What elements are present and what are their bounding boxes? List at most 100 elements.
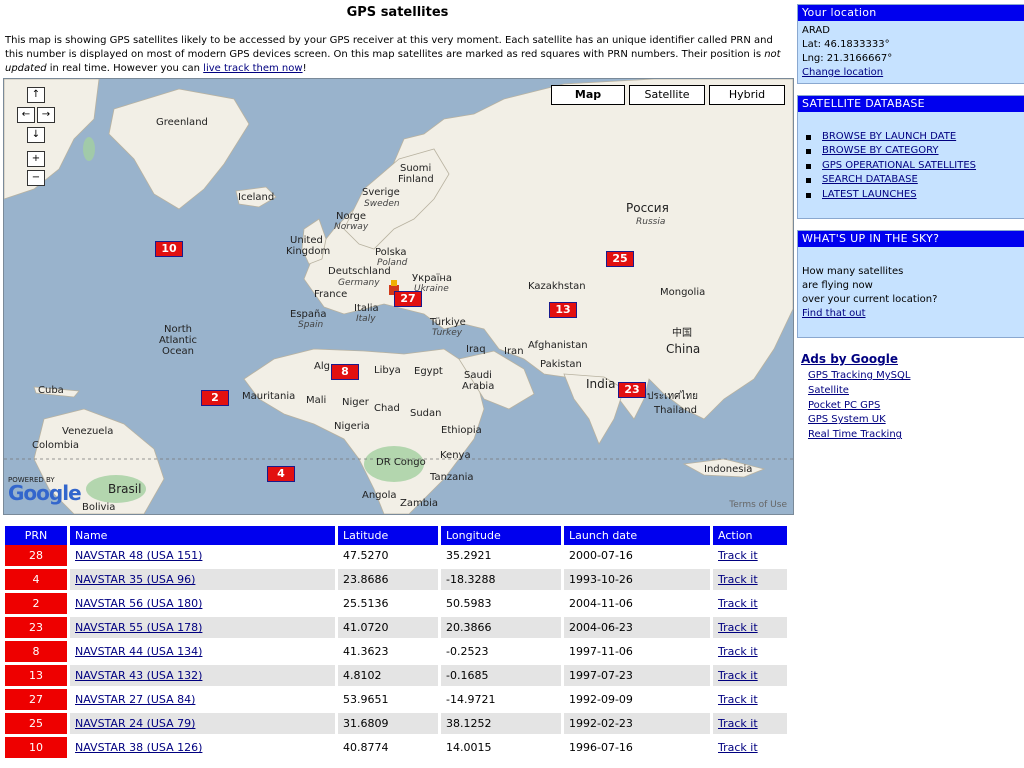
database-box-body: BROWSE BY LAUNCH DATE BROWSE BY CATEGORY… xyxy=(798,112,1024,206)
list-item: BROWSE BY LAUNCH DATE xyxy=(802,130,1021,144)
ads-by-google-title[interactable]: Ads by Google xyxy=(801,352,898,366)
track-it-link[interactable]: Track it xyxy=(718,573,758,586)
map-type-satellite-button[interactable]: Satellite xyxy=(629,85,705,105)
table-row: 23 NAVSTAR 55 (USA 178) 41.0720 20.3866 … xyxy=(5,617,790,641)
cell-longitude: 50.5983 xyxy=(441,593,564,617)
list-item: SEARCH DATABASE xyxy=(802,173,1021,187)
map-label-iceland: Iceland xyxy=(238,192,275,203)
map-label-ethiopia: Ethiopia xyxy=(441,425,482,436)
latest-launches-link[interactable]: LATEST LAUNCHES xyxy=(822,189,917,200)
track-it-link[interactable]: Track it xyxy=(718,693,758,706)
ad-link-gps-system-uk[interactable]: GPS System UK xyxy=(808,413,910,428)
satellite-marker[interactable]: 25 xyxy=(606,251,634,267)
map-label-iran: Iran xyxy=(504,346,524,357)
map-label-suomi: Suomi xyxy=(400,163,432,174)
map-type-hybrid-button[interactable]: Hybrid xyxy=(709,85,785,105)
track-it-link[interactable]: Track it xyxy=(718,717,758,730)
map-label-polska: Polska xyxy=(375,247,407,258)
world-map[interactable]: Map Satellite Hybrid ↑ ← → ↓ + − Greenla… xyxy=(3,78,794,515)
cell-action: Track it xyxy=(713,617,790,641)
pan-up-button[interactable]: ↑ xyxy=(27,87,45,103)
cell-longitude: 35.2921 xyxy=(441,545,564,569)
track-it-link[interactable]: Track it xyxy=(718,597,758,610)
gps-operational-satellites-link[interactable]: GPS OPERATIONAL SATELLITES xyxy=(822,160,976,171)
arrow-right-icon: → xyxy=(41,109,51,120)
whats-up-box-title: WHAT'S UP IN THE SKY? xyxy=(798,231,1024,247)
cell-latitude: 53.9651 xyxy=(338,689,441,713)
map-label-spain: Spain xyxy=(298,320,324,330)
satellite-name-link[interactable]: NAVSTAR 27 (USA 84) xyxy=(75,693,195,706)
cell-action: Track it xyxy=(713,737,790,761)
cell-name: NAVSTAR 35 (USA 96) xyxy=(70,569,338,593)
satellite-marker[interactable]: 10 xyxy=(155,241,183,257)
whats-up-box-body: How many satellites are flying now over … xyxy=(798,247,1024,325)
cell-launch-date: 2000-07-16 xyxy=(564,545,713,569)
browse-by-launch-date-link[interactable]: BROWSE BY LAUNCH DATE xyxy=(822,131,956,142)
google-logo[interactable]: Google xyxy=(8,481,82,505)
list-item: LATEST LAUNCHES xyxy=(802,188,1021,202)
map-label-libya: Libya xyxy=(374,365,401,376)
terms-of-use-link[interactable]: Terms of Use xyxy=(729,500,787,510)
track-it-link[interactable]: Track it xyxy=(718,621,758,634)
zoom-in-button[interactable]: + xyxy=(27,151,45,167)
pan-left-button[interactable]: ← xyxy=(17,107,35,123)
satellite-name-link[interactable]: NAVSTAR 35 (USA 96) xyxy=(75,573,195,586)
ad-link-real-time-tracking[interactable]: Real Time Tracking xyxy=(808,428,910,443)
table-row: 10 NAVSTAR 38 (USA 126) 40.8774 14.0015 … xyxy=(5,737,790,761)
find-that-out-link[interactable]: Find that out xyxy=(802,308,866,319)
satellite-marker[interactable]: 23 xyxy=(618,382,646,398)
track-it-link[interactable]: Track it xyxy=(718,669,758,682)
ad-link-pocket-pc-gps[interactable]: Pocket PC GPS xyxy=(808,399,910,414)
map-label-nigeria: Nigeria xyxy=(334,421,370,432)
intro-part-2: in real time. However you can xyxy=(46,63,204,74)
map-label-colombia: Colombia xyxy=(32,440,79,451)
list-item: BROWSE BY CATEGORY xyxy=(802,144,1021,158)
pan-down-button[interactable]: ↓ xyxy=(27,127,45,143)
satellite-name-link[interactable]: NAVSTAR 55 (USA 178) xyxy=(75,621,202,634)
satellite-name-link[interactable]: NAVSTAR 43 (USA 132) xyxy=(75,669,202,682)
location-lng: Lng: 21.3166667° xyxy=(802,53,893,64)
cell-longitude: -0.2523 xyxy=(441,641,564,665)
map-label-russia: Russia xyxy=(636,217,666,227)
satellite-marker[interactable]: 2 xyxy=(201,390,229,406)
map-label-kenya: Kenya xyxy=(440,450,471,461)
ad-link-satellite[interactable]: Satellite xyxy=(808,384,910,399)
map-label-uk2: Kingdom xyxy=(286,246,331,257)
satellite-marker[interactable]: 4 xyxy=(267,466,295,482)
pan-right-button[interactable]: → xyxy=(37,107,55,123)
change-location-link[interactable]: Change location xyxy=(802,67,883,78)
satellite-marker[interactable]: 8 xyxy=(331,364,359,380)
search-database-link[interactable]: SEARCH DATABASE xyxy=(822,174,918,185)
satellite-marker[interactable]: 27 xyxy=(394,291,422,307)
track-it-link[interactable]: Track it xyxy=(718,741,758,754)
logo-text: Google xyxy=(8,481,82,505)
table-body: 28 NAVSTAR 48 (USA 151) 47.5270 35.2921 … xyxy=(5,545,790,761)
ad-link-gps-tracking-mysql[interactable]: GPS Tracking MySQL xyxy=(808,369,910,384)
live-track-link[interactable]: live track them now xyxy=(203,63,302,74)
cell-name: NAVSTAR 24 (USA 79) xyxy=(70,713,338,737)
satellite-name-link[interactable]: NAVSTAR 24 (USA 79) xyxy=(75,717,195,730)
satellite-name-link[interactable]: NAVSTAR 38 (USA 126) xyxy=(75,741,202,754)
satellite-name-link[interactable]: NAVSTAR 56 (USA 180) xyxy=(75,597,202,610)
cell-latitude: 31.6809 xyxy=(338,713,441,737)
table-row: 28 NAVSTAR 48 (USA 151) 47.5270 35.2921 … xyxy=(5,545,790,569)
map-label-espana: España xyxy=(290,309,327,320)
cell-launch-date: 1997-07-23 xyxy=(564,665,713,689)
map-label-kazakhstan: Kazakhstan xyxy=(528,281,586,292)
map-label-turkey: Turkey xyxy=(432,328,463,338)
satellite-name-link[interactable]: NAVSTAR 44 (USA 134) xyxy=(75,645,202,658)
map-label-atlantic-2: Atlantic xyxy=(159,335,198,346)
map-type-map-button[interactable]: Map xyxy=(551,85,625,105)
map-label-pakistan: Pakistan xyxy=(540,359,582,370)
browse-by-category-link[interactable]: BROWSE BY CATEGORY xyxy=(822,145,939,156)
satellite-marker[interactable]: 13 xyxy=(549,302,577,318)
map-label-sudan: Sudan xyxy=(410,408,442,419)
satellite-table: PRN Name Latitude Longitude Launch date … xyxy=(5,526,790,761)
cell-prn: 23 xyxy=(5,617,70,641)
table-header-row: PRN Name Latitude Longitude Launch date … xyxy=(5,526,790,545)
zoom-out-button[interactable]: − xyxy=(27,170,45,186)
satellite-name-link[interactable]: NAVSTAR 48 (USA 151) xyxy=(75,549,202,562)
track-it-link[interactable]: Track it xyxy=(718,645,758,658)
cell-name: NAVSTAR 55 (USA 178) xyxy=(70,617,338,641)
track-it-link[interactable]: Track it xyxy=(718,549,758,562)
